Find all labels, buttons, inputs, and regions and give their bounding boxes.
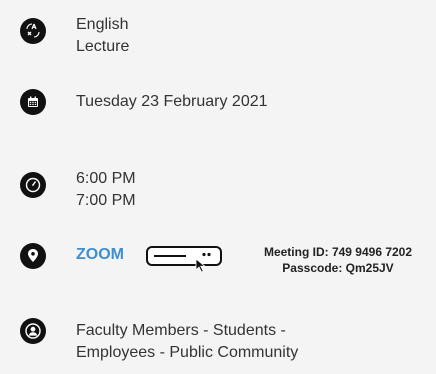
clock-icon (20, 172, 46, 198)
audience-line-1: Faculty Members - Students - (76, 322, 286, 339)
cursor-icon (154, 252, 211, 273)
end-time: 7:00 PM (76, 192, 136, 209)
start-time: 6:00 PM (76, 170, 136, 187)
translate-icon (20, 18, 46, 44)
zoom-link[interactable]: ZOOM (76, 244, 124, 266)
language-label: English (76, 16, 129, 33)
meeting-id: Meeting ID: 749 9496 7202 (263, 245, 413, 259)
map-pin-icon (20, 243, 46, 269)
event-type-label: Lecture (76, 38, 130, 55)
calendar-icon (20, 89, 46, 115)
meeting-details: Meeting ID: 749 9496 7202 Passcode: Qm25… (250, 244, 426, 276)
meeting-passcode: Passcode: Qm25JV (282, 261, 394, 275)
join-meeting-button[interactable] (146, 246, 222, 273)
event-date: Tuesday 23 February 2021 (76, 93, 268, 110)
user-circle-icon (20, 318, 46, 344)
audience-line-2: Employees - Public Community (76, 344, 299, 361)
